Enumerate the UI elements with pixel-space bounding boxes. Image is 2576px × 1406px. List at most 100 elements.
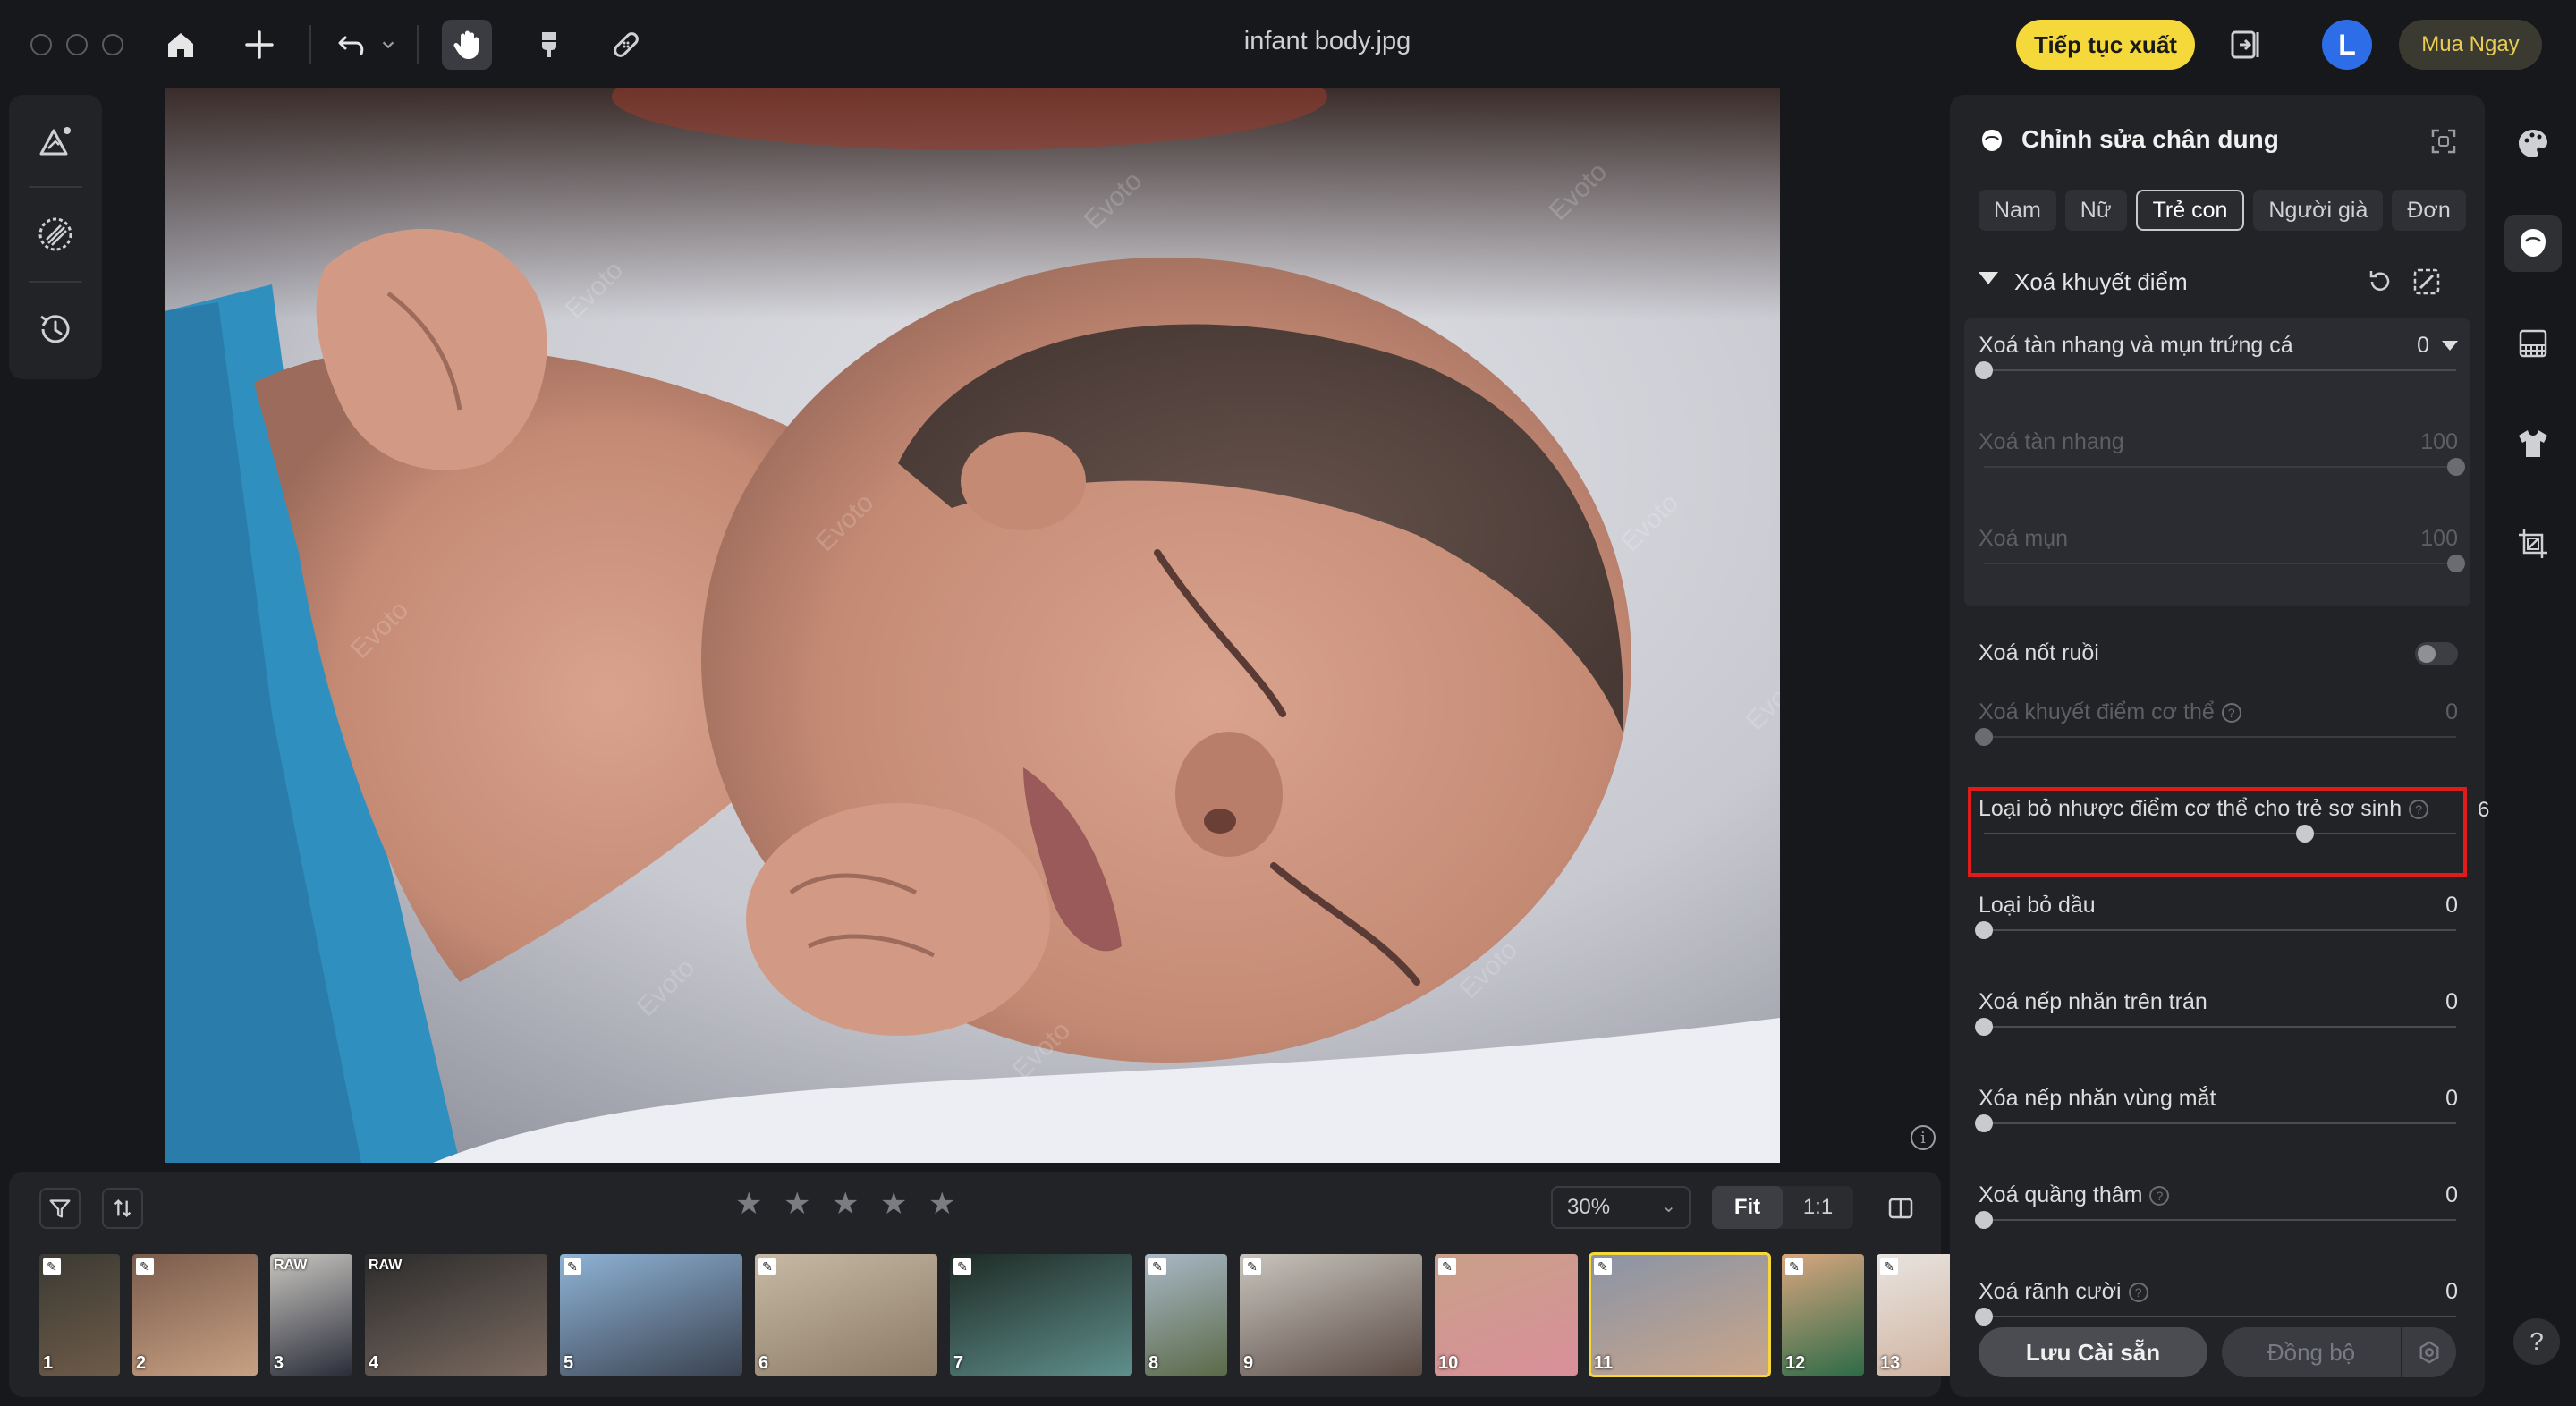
home-icon[interactable] <box>156 20 206 70</box>
user-avatar[interactable]: L <box>2322 20 2372 70</box>
row-label-text: Xoá tàn nhang <box>1979 429 2124 454</box>
erase-brush-icon[interactable] <box>2411 267 2442 297</box>
star-icon[interactable]: ★ <box>880 1189 909 1219</box>
chip-0[interactable]: Nam <box>1979 190 2056 231</box>
star-icon[interactable]: ★ <box>928 1189 957 1219</box>
thumbnail-number: 2 <box>136 1353 147 1373</box>
plus-icon[interactable] <box>234 20 284 70</box>
thumbnail[interactable]: ✎ 6 <box>755 1254 937 1376</box>
slider-row: Loại bỏ dầu 0 <box>1975 893 2458 955</box>
window-close-button[interactable] <box>30 34 52 55</box>
left-tool-panel <box>9 95 102 379</box>
thumbnail-number: 12 <box>1785 1353 1806 1373</box>
thumbnail[interactable]: ✎ 11 <box>1589 1252 1771 1377</box>
help-icon[interactable]: ? <box>2149 1186 2170 1206</box>
reset-icon[interactable] <box>2365 267 2395 297</box>
slider-track[interactable] <box>1984 1316 2456 1317</box>
blemish-section-header[interactable]: Xoá khuyết điểm <box>1979 265 2462 301</box>
crop-icon[interactable] <box>2504 515 2562 572</box>
collapse-triangle-icon[interactable] <box>1979 272 1998 284</box>
help-button[interactable]: ? <box>2513 1318 2560 1365</box>
buy-now-button[interactable]: Mua Ngay <box>2399 20 2542 70</box>
slider-knob[interactable] <box>1975 1211 1993 1229</box>
slider-track[interactable] <box>1984 736 2456 738</box>
slider-row: Xoá nếp nhăn trên trán 0 <box>1975 989 2458 1052</box>
star-icon[interactable]: ★ <box>784 1189 812 1219</box>
slider-track[interactable] <box>1984 1026 2456 1028</box>
slider-knob[interactable] <box>2447 458 2465 476</box>
thumbnail[interactable]: ✎ 7 <box>950 1254 1132 1376</box>
window-zoom-button[interactable] <box>102 34 123 55</box>
sort-icon[interactable] <box>102 1188 143 1229</box>
slider-track[interactable] <box>1984 929 2456 931</box>
row-value: 0 <box>2445 1279 2458 1305</box>
window-minimize-button[interactable] <box>66 34 88 55</box>
chip-2[interactable]: Trẻ con <box>2135 190 2245 231</box>
undo-icon[interactable] <box>327 20 377 70</box>
filter-icon[interactable] <box>39 1188 80 1229</box>
slider-knob[interactable] <box>1975 1114 1993 1132</box>
thumbnail[interactable]: RAW 4 <box>365 1254 547 1376</box>
texture-icon[interactable] <box>32 211 79 258</box>
palette-icon[interactable] <box>2504 114 2562 172</box>
slider-knob[interactable] <box>1975 921 1993 939</box>
undo-history-chevron-icon[interactable] <box>376 20 401 70</box>
clothing-icon[interactable] <box>2504 415 2562 472</box>
chip-3[interactable]: Người già <box>2253 190 2384 231</box>
thumbnail[interactable]: ✎ 1 <box>39 1254 120 1376</box>
slider-knob[interactable] <box>1975 728 1993 746</box>
thumbnail[interactable]: ✎ 8 <box>1145 1254 1227 1376</box>
continue-export-button[interactable]: Tiếp tục xuất <box>2016 20 2195 70</box>
help-icon[interactable]: ? <box>2221 703 2241 723</box>
slider-knob[interactable] <box>2296 825 2315 843</box>
help-icon[interactable]: ? <box>2409 800 2429 819</box>
thumbnail[interactable]: ✎ 10 <box>1435 1254 1578 1376</box>
bandage-icon[interactable] <box>601 20 651 70</box>
exit-panel-icon[interactable] <box>2222 21 2268 68</box>
brush-icon[interactable] <box>524 20 574 70</box>
compare-view-icon[interactable] <box>1880 1188 1921 1229</box>
help-icon[interactable]: ? <box>2128 1283 2148 1302</box>
history-icon[interactable] <box>32 306 79 352</box>
slider-track[interactable] <box>1984 1219 2456 1221</box>
chip-4[interactable]: Đơn <box>2392 190 2466 231</box>
row-value: 0 <box>2417 333 2458 359</box>
edited-pencil-icon: ✎ <box>1594 1258 1612 1275</box>
portrait-face-icon[interactable] <box>2504 215 2562 272</box>
expand-icon[interactable] <box>2429 127 2458 156</box>
slider-knob[interactable] <box>1975 1018 1993 1036</box>
dropdown-caret-icon[interactable] <box>2442 341 2458 351</box>
slider-track[interactable] <box>1984 369 2456 371</box>
thumbnail[interactable]: ✎ 12 <box>1782 1254 1864 1376</box>
thumbnail[interactable]: ✎ 5 <box>560 1254 742 1376</box>
background-icon[interactable] <box>2504 315 2562 372</box>
row-value: 0 <box>2445 1086 2458 1112</box>
star-icon[interactable]: ★ <box>735 1189 764 1219</box>
image-info-icon[interactable]: i <box>1911 1125 1936 1150</box>
slider-track[interactable] <box>1984 833 2456 834</box>
thumbnail[interactable]: ✎ 2 <box>132 1254 258 1376</box>
slider-knob[interactable] <box>1975 1308 1993 1326</box>
zoom-select[interactable]: 30% ⌄ <box>1551 1186 1690 1229</box>
row-label: Xoá mụn <box>1979 526 2068 552</box>
slider-track[interactable] <box>1984 466 2456 468</box>
thumbnail[interactable]: ✎ 13 <box>1877 1254 1959 1376</box>
chevron-down-icon: ⌄ <box>1661 1197 1676 1216</box>
slider-knob[interactable] <box>2447 555 2465 572</box>
one-to-one-button[interactable]: 1:1 <box>1783 1186 1853 1229</box>
slider-track[interactable] <box>1984 563 2456 564</box>
photo-canvas[interactable]: Evoto Evoto Evoto Evoto Evoto Evoto Evot… <box>165 88 1780 1163</box>
auto-adjust-icon[interactable] <box>32 118 79 165</box>
slider-knob[interactable] <box>1975 361 1993 379</box>
remove-moles-toggle[interactable] <box>2415 642 2458 665</box>
slider-row: Xoá mụn 100 <box>1979 526 2465 589</box>
thumbnail[interactable]: ✎ 9 <box>1240 1254 1422 1376</box>
slider-row: Xóa nếp nhăn vùng mắt 0 <box>1975 1086 2458 1148</box>
thumbnail[interactable]: RAW 3 <box>270 1254 352 1376</box>
slider-track[interactable] <box>1984 1122 2456 1124</box>
hand-icon[interactable] <box>442 20 492 70</box>
star-icon[interactable]: ★ <box>832 1189 860 1219</box>
chip-1[interactable]: Nữ <box>2064 190 2127 231</box>
fit-button[interactable]: Fit <box>1712 1186 1783 1229</box>
thumbnail-number: 9 <box>1243 1353 1254 1373</box>
